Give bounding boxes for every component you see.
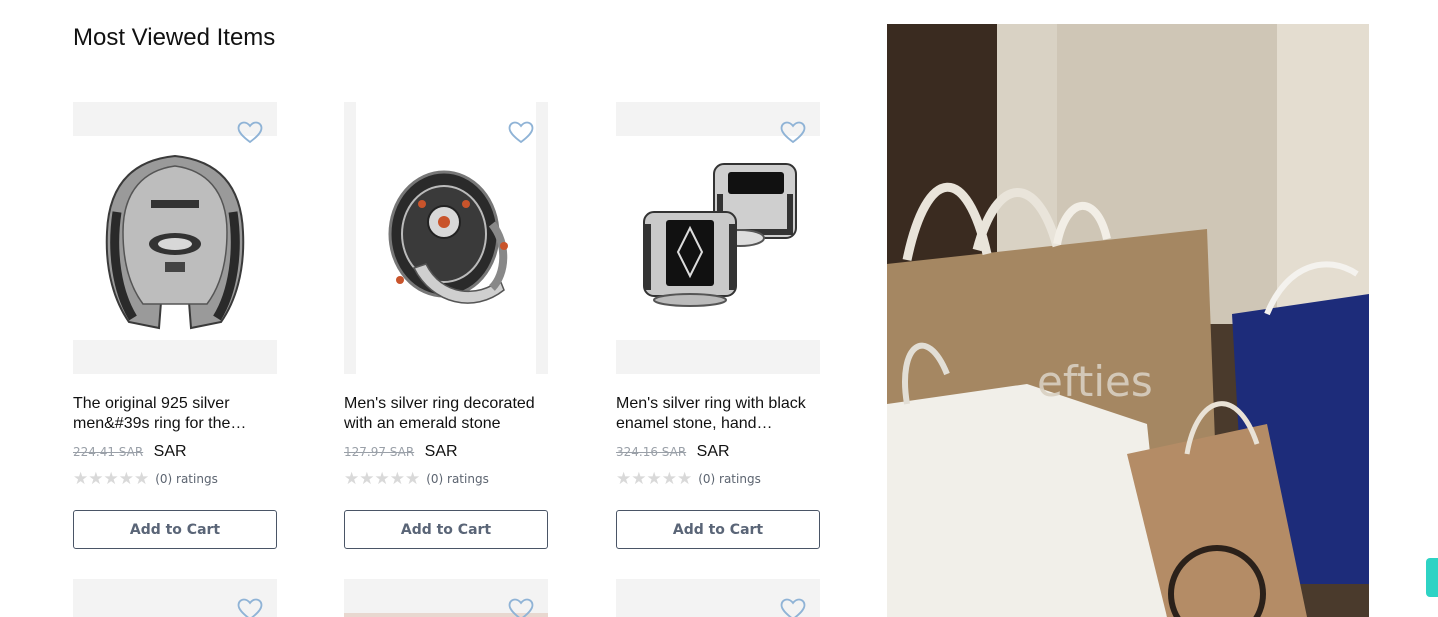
wishlist-heart-icon[interactable] — [508, 121, 534, 145]
old-price: 224.41 SAR — [73, 445, 144, 459]
promo-banner-image[interactable]: efties — [887, 24, 1369, 617]
silver-ring-image — [105, 154, 245, 330]
ratings-count: (0) ratings — [698, 472, 761, 486]
wishlist-heart-icon[interactable] — [780, 121, 806, 145]
add-to-cart-button[interactable]: Add to Cart — [616, 510, 820, 549]
old-price: 127.97 SAR — [344, 445, 415, 459]
ratings-count: (0) ratings — [426, 472, 489, 486]
product-image[interactable] — [344, 102, 548, 374]
section-title: Most Viewed Items — [73, 24, 276, 51]
chat-support-tab[interactable] — [1426, 558, 1438, 597]
wishlist-heart-icon[interactable] — [508, 598, 534, 617]
currency: SAR — [424, 443, 458, 460]
price-row: 324.16 SAR SAR — [616, 443, 730, 463]
product-image[interactable] — [616, 102, 820, 374]
product-title[interactable]: Men's silver ring with black enamel ston… — [616, 394, 820, 434]
product-card-partial[interactable] — [616, 579, 820, 617]
rating-row: ★★★★★ (0) ratings — [344, 469, 489, 489]
add-to-cart-button[interactable]: Add to Cart — [73, 510, 277, 549]
rating-row: ★★★★★ (0) ratings — [73, 469, 218, 489]
price-row: 224.41 SAR SAR — [73, 443, 187, 463]
product-card-partial[interactable] — [73, 579, 277, 617]
wishlist-heart-icon[interactable] — [237, 121, 263, 145]
shopping-bags-photo: efties — [887, 24, 1369, 617]
currency: SAR — [696, 443, 730, 460]
rating-row: ★★★★★ (0) ratings — [616, 469, 761, 489]
rating-stars-icon: ★★★★★ — [73, 469, 150, 489]
product-title[interactable]: The original 925 silver men&#39s ring fo… — [73, 394, 277, 434]
old-price: 324.16 SAR — [616, 445, 687, 459]
svg-text:efties: efties — [1037, 357, 1153, 406]
emerald-ring-image — [388, 170, 508, 304]
currency: SAR — [153, 443, 187, 460]
product-card-partial[interactable] — [344, 579, 548, 617]
product-image[interactable] — [73, 102, 277, 374]
add-to-cart-button[interactable]: Add to Cart — [344, 510, 548, 549]
black-enamel-ring-image — [643, 163, 797, 307]
wishlist-heart-icon[interactable] — [237, 598, 263, 617]
rating-stars-icon: ★★★★★ — [616, 469, 693, 489]
wishlist-heart-icon[interactable] — [780, 598, 806, 617]
rating-stars-icon: ★★★★★ — [344, 469, 421, 489]
ratings-count: (0) ratings — [155, 472, 218, 486]
product-title[interactable]: Men's silver ring decorated with an emer… — [344, 394, 548, 434]
price-row: 127.97 SAR SAR — [344, 443, 458, 463]
